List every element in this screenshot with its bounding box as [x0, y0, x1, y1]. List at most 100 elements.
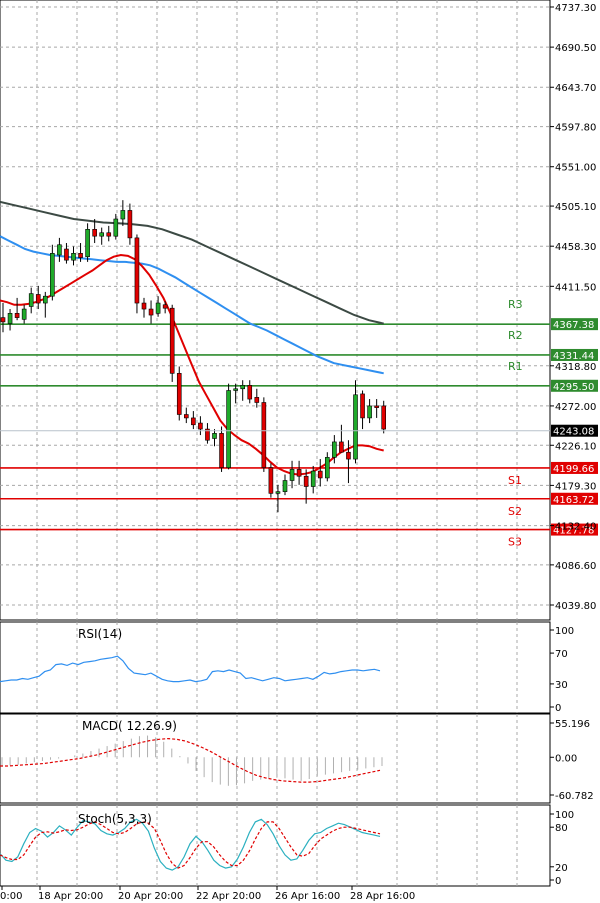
- y-tick-label: 4179.30: [555, 481, 596, 492]
- y-tick-label: 4643.70: [555, 83, 596, 94]
- candle-body: [346, 451, 351, 460]
- x-tick-label: 0:00: [0, 891, 22, 902]
- candle-body: [191, 417, 196, 426]
- x-tick-label: 18 Apr 20:00: [38, 891, 103, 902]
- indicator-tick-label: 70: [555, 649, 568, 660]
- candle-body: [254, 397, 260, 403]
- y-tick-label: 4551.00: [555, 163, 596, 174]
- level-price-label: 4163.72: [553, 495, 594, 506]
- indicator-tick-label: 100: [555, 810, 574, 821]
- candle-body: [275, 491, 281, 494]
- candle-body: [219, 433, 224, 468]
- indicator-tick-label: 0: [555, 876, 561, 887]
- candle-body: [247, 385, 253, 400]
- level-name-r2: R2: [508, 329, 523, 342]
- candle-body: [339, 441, 344, 453]
- candle-body: [282, 480, 288, 492]
- level-name-s1: S1: [508, 474, 522, 487]
- current-price-label: 4243.08: [553, 427, 594, 438]
- candle-body: [261, 402, 267, 468]
- candle-body: [226, 390, 231, 468]
- candle-body: [106, 232, 112, 237]
- candle-body: [296, 469, 302, 477]
- stoch-title: Stoch(5,3,3): [78, 812, 152, 826]
- level-price-label: 4367.38: [553, 320, 594, 331]
- level-name-r3: R3: [508, 298, 523, 311]
- candle-body: [184, 414, 189, 419]
- candle-body: [268, 467, 274, 494]
- indicator-tick-label: 100: [555, 626, 574, 637]
- candle-body: [212, 433, 217, 439]
- indicator-tick-label: 55.196: [555, 719, 590, 730]
- level-price-label: 4331.44: [553, 351, 594, 362]
- level-name-r1: R1: [508, 360, 523, 373]
- candle-body: [162, 304, 168, 309]
- x-tick-label: 22 Apr 20:00: [196, 891, 261, 902]
- candle-body: [374, 405, 379, 408]
- candle-body: [332, 441, 337, 458]
- x-tick-label: 20 Apr 20:00: [118, 891, 183, 902]
- candle-body: [42, 295, 48, 304]
- rsi-title: RSI(14): [78, 627, 122, 641]
- candle-body: [64, 248, 69, 261]
- candle-body: [289, 469, 295, 481]
- candle-body: [99, 232, 104, 237]
- candle-body: [240, 385, 245, 390]
- candle-body: [381, 405, 387, 430]
- candle-body: [198, 422, 203, 430]
- y-tick-label: 4458.30: [555, 242, 596, 253]
- candle-body: [28, 293, 34, 307]
- candle-body: [14, 313, 20, 318]
- level-price-label: 4295.50: [553, 382, 594, 393]
- y-tick-label: 4597.80: [555, 123, 596, 134]
- y-tick-label: 4132.40: [555, 522, 596, 533]
- candle-body: [353, 394, 358, 460]
- time-axis: 0:00 18 Apr 20:00 20 Apr 20:00 22 Apr 20:00…: [0, 886, 415, 902]
- candle-body: [127, 210, 133, 239]
- candle-body: [113, 218, 119, 237]
- y-tick-label: 4272.00: [555, 402, 596, 413]
- y-tick-label: 4411.50: [555, 282, 596, 293]
- indicator-tick-label: -60.782: [555, 791, 594, 802]
- indicator-tick-label: 30: [555, 680, 568, 691]
- indicator-tick-label: 80: [555, 823, 568, 834]
- level-price-label: 4199.66: [553, 464, 594, 475]
- y-tick-label: 4505.10: [555, 202, 596, 213]
- trading-chart[interactable]: R3 4367.38 R2 4331.44 R1 4295.50 S1 4199.66 S2 41…: [0, 0, 600, 903]
- candle-body: [78, 253, 83, 258]
- macd-title: MACD( 12.26.9): [82, 719, 177, 733]
- price-panel-frame: [0, 0, 551, 621]
- candle-body: [7, 313, 13, 324]
- candle-body: [120, 210, 126, 220]
- candle-body: [233, 388, 238, 391]
- candle-body: [360, 393, 365, 419]
- candle-body: [35, 294, 41, 304]
- x-tick-label: 28 Apr 16:00: [350, 891, 415, 902]
- y-tick-label: 4318.80: [555, 362, 596, 373]
- candle-body: [71, 253, 76, 261]
- y-tick-label: 4226.10: [555, 441, 596, 452]
- candle-body: [141, 302, 147, 310]
- x-tick-label: 26 Apr 16:00: [275, 891, 340, 902]
- candle-body: [85, 229, 90, 258]
- candle-body: [57, 244, 62, 256]
- indicator-tick-label: 20: [555, 863, 568, 874]
- y-tick-label: 4690.50: [555, 43, 596, 54]
- indicator-tick-label: 0: [555, 703, 561, 714]
- candle-body: [324, 457, 330, 479]
- y-tick-label: 4086.60: [555, 561, 596, 572]
- candle-body: [21, 308, 27, 320]
- candle-body: [176, 373, 182, 415]
- candle-body: [310, 470, 316, 487]
- candle-body: [317, 470, 323, 479]
- candle-body: [367, 405, 372, 419]
- candle-body: [0, 317, 6, 323]
- indicator-tick-label: 0.00: [555, 753, 577, 764]
- y-tick-label: 4737.30: [555, 3, 596, 14]
- candle-body: [134, 237, 140, 304]
- candle-body: [92, 229, 97, 237]
- y-tick-label: 4039.80: [555, 601, 596, 612]
- candle-body: [50, 253, 55, 297]
- level-name-s2: S2: [508, 505, 522, 518]
- candle-body: [148, 308, 154, 316]
